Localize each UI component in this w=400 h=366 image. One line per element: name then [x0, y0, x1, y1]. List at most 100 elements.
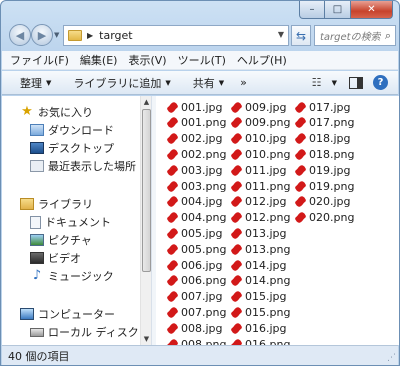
navigation-scrollbar[interactable]: ▲ ▼ — [140, 96, 151, 345]
nav-computer[interactable]: コンピューター — [20, 306, 115, 322]
nav-recent-places[interactable]: 最近表示した場所 — [30, 158, 136, 174]
nav-libraries[interactable]: ライブラリ — [20, 196, 93, 212]
file-item[interactable]: 007.png — [166, 304, 226, 320]
file-item[interactable]: 005.jpg — [166, 225, 223, 241]
file-item[interactable]: 018.jpg — [294, 131, 351, 147]
more-commands-button[interactable]: » — [232, 76, 255, 89]
file-item[interactable]: 012.png — [230, 210, 290, 226]
refresh-button[interactable]: ⇆ — [291, 25, 311, 46]
videos-icon — [30, 252, 44, 264]
file-item[interactable]: 015.jpg — [230, 289, 287, 305]
search-icon[interactable]: ⌕ — [381, 29, 395, 43]
breadcrumb-arrow-icon[interactable]: ▶ — [87, 31, 93, 40]
file-item[interactable]: 009.png — [230, 115, 290, 131]
file-item[interactable]: 016.jpg — [230, 320, 287, 336]
file-item[interactable]: 015.png — [230, 304, 290, 320]
close-button[interactable]: ✕ — [351, 1, 393, 19]
file-name: 010.png — [245, 147, 291, 161]
file-item[interactable]: 008.jpg — [166, 320, 223, 336]
minimize-button[interactable]: – — [299, 1, 325, 19]
file-item[interactable]: 009.jpg — [230, 99, 287, 115]
file-item[interactable]: 006.png — [166, 273, 226, 289]
share-button[interactable]: 共有 ▼ — [179, 75, 232, 91]
resize-grip-icon[interactable]: ⋰ — [387, 353, 396, 363]
view-dropdown-icon[interactable]: ▼ — [332, 79, 337, 87]
nav-downloads[interactable]: ダウンロード — [30, 122, 114, 138]
file-item[interactable]: 005.png — [166, 241, 226, 257]
documents-icon — [30, 215, 41, 229]
pictures-icon — [30, 234, 44, 246]
file-name: 015.png — [245, 305, 291, 319]
file-item[interactable]: 012.jpg — [230, 194, 287, 210]
folder-icon — [68, 30, 82, 41]
menu-view[interactable]: 表示(V) — [128, 52, 166, 68]
file-item[interactable]: 019.jpg — [294, 162, 351, 178]
file-item[interactable]: 016.png — [230, 336, 290, 346]
file-name: 014.jpg — [245, 258, 287, 272]
address-bar[interactable]: ▶ target ▼ — [63, 25, 289, 46]
file-item[interactable]: 006.jpg — [166, 257, 223, 273]
file-item[interactable]: 020.png — [294, 210, 354, 226]
chevron-down-icon: ▼ — [46, 78, 52, 87]
change-view-icon[interactable]: ☷ — [306, 76, 328, 89]
menu-edit[interactable]: 編集(E) — [80, 52, 118, 68]
nav-music[interactable]: ♪ ミュージック — [30, 268, 114, 284]
file-item[interactable]: 018.png — [294, 146, 354, 162]
preview-pane-icon[interactable] — [349, 76, 363, 89]
caption-buttons: – □ ✕ — [299, 1, 393, 19]
nav-libraries-label: ライブラリ — [38, 198, 93, 211]
recent-pages-dropdown[interactable]: ▼ — [54, 31, 59, 39]
file-item[interactable]: 011.jpg — [230, 162, 287, 178]
forward-button[interactable]: ▶ — [31, 24, 53, 46]
file-item[interactable]: 003.jpg — [166, 162, 223, 178]
recent-places-icon — [30, 160, 44, 172]
file-item[interactable]: 008.png — [166, 336, 226, 346]
file-item[interactable]: 013.jpg — [230, 225, 287, 241]
nav-documents[interactable]: ドキュメント — [30, 214, 111, 230]
breadcrumb-target[interactable]: target — [99, 29, 132, 42]
file-item[interactable]: 003.png — [166, 178, 226, 194]
file-item[interactable]: 014.jpg — [230, 257, 287, 273]
file-item[interactable]: 010.png — [230, 146, 290, 162]
file-item[interactable]: 019.png — [294, 178, 354, 194]
file-item[interactable]: 017.png — [294, 115, 354, 131]
navigation-pane: ★ お気に入り ダウンロード デスクトップ 最近表示した場所 ライブラリ ドキュ… — [2, 96, 151, 345]
maximize-button[interactable]: □ — [325, 1, 351, 19]
image-file-icon — [166, 164, 179, 177]
hard-disk-icon — [30, 327, 44, 337]
back-button[interactable]: ◀ — [9, 24, 31, 46]
nav-videos[interactable]: ビデオ — [30, 250, 81, 266]
nav-local-disk[interactable]: ローカル ディスク (C: — [30, 324, 151, 340]
file-item[interactable]: 014.png — [230, 273, 290, 289]
search-input[interactable]: targetの検索 — [320, 28, 381, 43]
scroll-down-arrow-icon[interactable]: ▼ — [141, 333, 151, 345]
file-item[interactable]: 010.jpg — [230, 131, 287, 147]
file-item[interactable]: 017.jpg — [294, 99, 351, 115]
nav-pictures-label: ピクチャ — [48, 234, 92, 247]
menu-help[interactable]: ヘルプ(H) — [237, 52, 287, 68]
file-item[interactable]: 001.png — [166, 115, 226, 131]
address-dropdown-icon[interactable]: ▼ — [278, 30, 284, 39]
file-item[interactable]: 004.png — [166, 210, 226, 226]
search-box[interactable]: targetの検索 ⌕ — [314, 25, 396, 46]
file-item[interactable]: 004.jpg — [166, 194, 223, 210]
image-file-icon — [294, 116, 307, 129]
scrollbar-thumb[interactable] — [142, 109, 151, 272]
file-item[interactable]: 011.png — [230, 178, 290, 194]
menu-tools[interactable]: ツール(T) — [178, 52, 226, 68]
scroll-up-arrow-icon[interactable]: ▲ — [141, 96, 151, 108]
menu-file[interactable]: ファイル(F) — [10, 52, 69, 68]
nav-favorites[interactable]: ★ お気に入り — [20, 104, 93, 120]
organize-button[interactable]: 整理 ▼ — [2, 75, 59, 91]
file-item[interactable]: 002.jpg — [166, 131, 223, 147]
file-item[interactable]: 020.jpg — [294, 194, 351, 210]
file-item[interactable]: 001.jpg — [166, 99, 223, 115]
add-to-library-button[interactable]: ライブラリに追加 ▼ — [59, 75, 178, 91]
image-file-icon — [166, 148, 179, 161]
file-item[interactable]: 002.png — [166, 146, 226, 162]
file-item[interactable]: 007.jpg — [166, 289, 223, 305]
nav-desktop[interactable]: デスクトップ — [30, 140, 114, 156]
file-item[interactable]: 013.png — [230, 241, 290, 257]
nav-pictures[interactable]: ピクチャ — [30, 232, 92, 248]
help-icon[interactable]: ? — [373, 75, 388, 90]
